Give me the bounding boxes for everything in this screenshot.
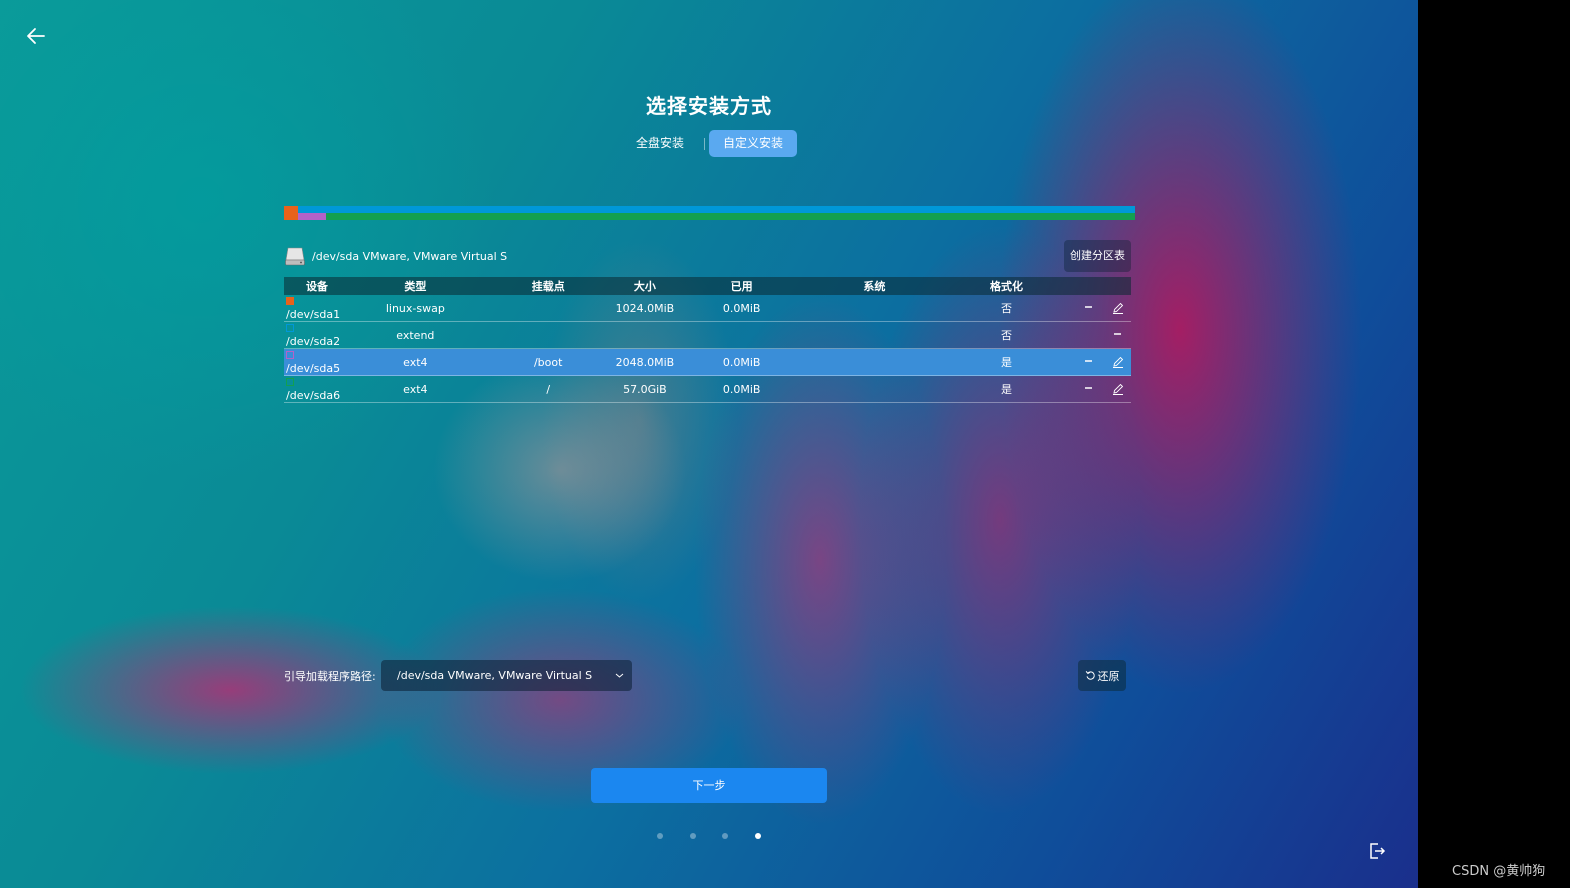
format-cell: 否 (939, 321, 1074, 349)
format-cell: 是 (939, 375, 1074, 403)
edit-cell (1105, 375, 1131, 403)
device-cell: /dev/sda6 (284, 375, 350, 403)
table-header-row: 设备 类型 挂载点 大小 已用 系统 格式化 (284, 277, 1131, 295)
exit-icon[interactable] (1368, 842, 1386, 860)
disk-label: /dev/sda VMware, VMware Virtual S (312, 249, 508, 263)
partition-table: 设备 类型 挂载点 大小 已用 系统 格式化 /dev/sda1 linux-s… (284, 277, 1131, 403)
delete-cell (1073, 375, 1106, 403)
edit-pencil-icon[interactable] (1111, 355, 1125, 369)
device-cell: /dev/sda2 (284, 321, 350, 349)
minus-icon[interactable] (1082, 301, 1096, 315)
table-row[interactable]: /dev/sda6 ext4 / 57.0GiB 0.0MiB 是 (284, 375, 1131, 403)
device-cell: /dev/sda5 (284, 348, 350, 376)
mount-cell: /boot (480, 348, 616, 376)
type-cell: ext4 (349, 348, 481, 376)
page-dot (722, 833, 728, 839)
undo-icon (1085, 671, 1095, 680)
restore-button[interactable]: 还原 (1078, 660, 1126, 691)
watermark-text: CSDN @黄帅狗 (1452, 864, 1546, 879)
tab-custom-install[interactable]: 自定义安装 (709, 130, 798, 157)
page-dot-active (755, 833, 761, 839)
delete-cell (1073, 348, 1106, 376)
minus-icon[interactable] (1082, 355, 1096, 369)
size-cell: 57.0GiB (615, 375, 675, 403)
format-cell: 是 (939, 348, 1074, 376)
edit-cell (1105, 295, 1131, 322)
system-cell (809, 375, 940, 403)
column-header-format: 格式化 (939, 277, 1074, 295)
size-cell (615, 321, 675, 349)
mount-cell (480, 295, 616, 322)
install-mode-tabs: 全盘安装 自定义安装 (622, 130, 798, 157)
partition-usage-bar (284, 206, 1135, 220)
delete-cell (1105, 321, 1131, 349)
minus-icon[interactable] (1082, 382, 1096, 396)
device-cell: /dev/sda1 (284, 295, 350, 322)
type-cell: extend (349, 321, 481, 349)
used-cell: 0.0MiB (674, 295, 810, 322)
table-row[interactable]: /dev/sda2 extend 否 (284, 321, 1131, 349)
column-header-type: 类型 (349, 277, 481, 295)
table-row[interactable]: /dev/sda1 linux-swap 1024.0MiB 0.0MiB 否 (284, 295, 1131, 322)
system-cell (809, 295, 940, 322)
minus-icon[interactable] (1111, 328, 1125, 342)
back-arrow-icon[interactable] (24, 24, 48, 48)
size-cell: 2048.0MiB (615, 348, 675, 376)
format-cell: 否 (939, 295, 1074, 322)
restore-button-label: 还原 (1097, 669, 1120, 683)
system-cell (809, 348, 940, 376)
edit-pencil-icon[interactable] (1111, 382, 1125, 396)
partition-bar-segment-sda6 (326, 213, 1135, 220)
used-cell: 0.0MiB (674, 348, 810, 376)
mount-cell (480, 321, 616, 349)
size-cell: 1024.0MiB (615, 295, 675, 322)
disk-header: /dev/sda VMware, VMware Virtual S 创建分区表 (284, 240, 1131, 272)
edit-pencil-icon[interactable] (1111, 301, 1125, 315)
table-row[interactable]: /dev/sda5 ext4 /boot 2048.0MiB 0.0MiB 是 (284, 348, 1131, 376)
partition-color-swatch (286, 351, 294, 359)
column-header-mount: 挂载点 (480, 277, 616, 295)
hard-drive-icon (285, 247, 305, 266)
column-header-size: 大小 (615, 277, 675, 295)
partition-bar-segment-sda1 (284, 206, 298, 220)
empty-cell (1073, 321, 1106, 349)
partition-color-swatch (286, 324, 294, 332)
edit-cell (1105, 348, 1131, 376)
device-name: /dev/sda5 (286, 362, 341, 375)
partition-color-swatch (286, 378, 294, 386)
page-dot (690, 833, 696, 839)
delete-cell (1073, 295, 1106, 322)
chevron-down-icon (615, 673, 624, 678)
pagination-dots (654, 832, 764, 840)
partition-bar-segment-sda5 (298, 213, 326, 220)
type-cell: linux-swap (349, 295, 481, 322)
device-name: /dev/sda2 (286, 335, 341, 348)
side-black-bar (1418, 0, 1570, 888)
partition-color-swatch (286, 297, 294, 305)
used-cell (674, 321, 810, 349)
used-cell: 0.0MiB (674, 375, 810, 403)
device-name: /dev/sda6 (286, 389, 341, 402)
system-cell (809, 321, 940, 349)
tab-full-disk-install[interactable]: 全盘安装 (622, 130, 698, 157)
next-step-button[interactable]: 下一步 (591, 768, 827, 803)
device-name: /dev/sda1 (286, 308, 341, 321)
create-partition-table-button[interactable]: 创建分区表 (1064, 240, 1131, 272)
column-header-edit (1105, 277, 1131, 295)
column-header-device: 设备 (284, 277, 350, 295)
bootloader-path-select[interactable]: /dev/sda VMware, VMware Virtual S (381, 660, 632, 691)
installer-screen: 选择安装方式 全盘安装 自定义安装 /dev/sda VMware, VMwar… (0, 0, 1418, 888)
column-header-delete (1073, 277, 1106, 295)
page-title: 选择安装方式 (646, 94, 772, 118)
type-cell: ext4 (349, 375, 481, 403)
tab-separator (704, 137, 706, 150)
page-dot (657, 833, 663, 839)
column-header-system: 系统 (809, 277, 940, 295)
column-header-used: 已用 (674, 277, 810, 295)
mount-cell: / (480, 375, 616, 403)
bootloader-path-value: /dev/sda VMware, VMware Virtual S (397, 669, 593, 682)
bootloader-path-label: 引导加载程序路径: (284, 670, 376, 683)
